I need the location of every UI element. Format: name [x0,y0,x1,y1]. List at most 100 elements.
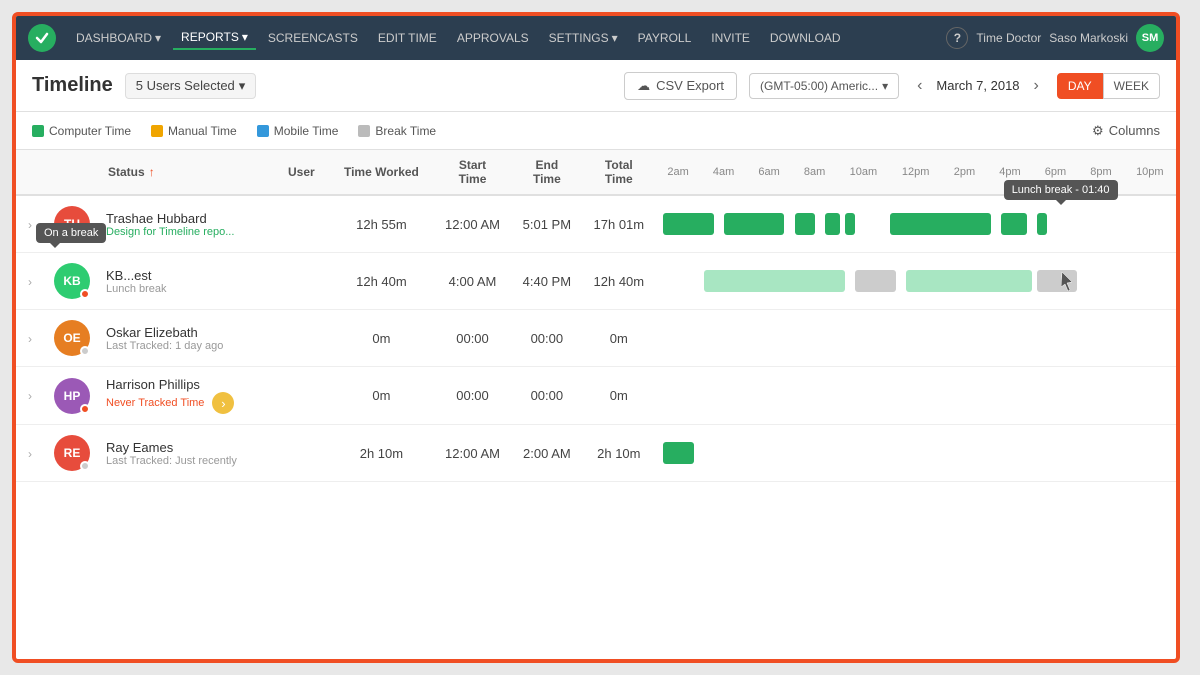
day-week-toggle: DAY WEEK [1057,73,1160,99]
computer-time-dot [32,125,44,137]
total-time-header: TotalTime [582,150,655,195]
total-time-cell: 2h 10m [582,425,655,482]
table-row: › HP Harrison Phillips Never Trac [16,367,1176,425]
page-title: Timeline [32,74,113,97]
timeline-empty [663,320,1168,356]
timezone-selector[interactable]: (GMT-05:00) Americ... ▾ [749,73,899,99]
user-name: Ray Eames [106,440,237,455]
date-navigation: ‹ March 7, 2018 › [911,75,1045,97]
gear-icon: ⚙ [1092,123,1104,139]
timeline-bar [795,213,815,235]
status-column-header: Status [108,165,145,179]
nav-download[interactable]: DOWNLOAD [762,27,849,49]
manual-time-dot [151,125,163,137]
user-cell: KB...est Lunch break [106,268,321,295]
csv-export-button[interactable]: ☁ CSV Export [624,72,737,100]
user-name: Trashae Hubbard [106,211,234,226]
break-time-dot [358,125,370,137]
user-name: Harrison Phillips [106,377,234,392]
avatar: RE [54,435,90,471]
table-row: › TH Trashae Hubbard Design for Timeline… [16,195,1176,253]
sort-arrow-icon: ↑ [149,165,155,179]
legend-bar: Computer Time Manual Time Mobile Time Br… [16,112,1176,150]
day-toggle-button[interactable]: DAY [1057,73,1103,99]
total-time-cell: 17h 01m [582,195,655,253]
nav-screencasts[interactable]: SCREENCASTS [260,27,366,49]
end-time-cell: 2:00 AM [511,425,582,482]
week-toggle-button[interactable]: WEEK [1103,73,1160,99]
time-worked-cell: 12h 55m [329,195,433,253]
nav-payroll[interactable]: PAYROLL [630,27,700,49]
timeline-bar [855,270,895,292]
user-cell: Harrison Phillips Never Tracked Time › [106,377,321,414]
nav-invite[interactable]: INVITE [703,27,758,49]
main-nav: DASHBOARD ▾ REPORTS ▾ SCREENCASTS EDIT T… [16,16,1176,60]
time-worked-cell: 2h 10m [329,425,433,482]
on-break-badge: On a break [36,223,106,243]
never-tracked-arrow[interactable]: › [212,392,234,414]
avatar: KB [54,263,90,299]
start-time-header: StartTime [434,150,512,195]
legend-computer-time: Computer Time [32,124,131,138]
hour-2pm: 2pm [942,150,987,195]
next-date-button[interactable]: › [1028,75,1045,97]
end-time-cell: 00:00 [511,367,582,425]
total-time-cell: 12h 40m [582,253,655,310]
user-cell: Oskar Elizebath Last Tracked: 1 day ago [106,325,321,352]
user-cell: Ray Eames Last Tracked: Just recently [106,440,321,467]
hour-10am: 10am [837,150,889,195]
nav-edit-time[interactable]: EDIT TIME [370,27,445,49]
end-time-cell: 4:40 PM [511,253,582,310]
nav-user-name: Saso Markoski [1049,31,1128,45]
user-name: KB...est [106,268,167,283]
cloud-icon: ☁ [637,78,650,94]
sub-header: Timeline 5 Users Selected ▾ ☁ CSV Export… [16,60,1176,112]
timeline-empty [663,378,1168,414]
nav-settings[interactable]: SETTINGS ▾ [541,27,626,49]
start-time-cell: 4:00 AM [434,253,512,310]
columns-button[interactable]: ⚙ Columns [1092,123,1160,139]
timeline-bar [845,213,855,235]
hour-6am: 6am [746,150,791,195]
mobile-time-dot [257,125,269,137]
logo[interactable] [28,24,56,52]
tooltip-lunch-break: Lunch break - 01:40 [1004,180,1118,200]
timeline-bar [1001,213,1026,235]
help-button[interactable]: ? [946,27,968,49]
timeline-bar [704,270,845,292]
expand-button[interactable]: › [24,332,36,346]
start-time-cell: 00:00 [434,367,512,425]
prev-date-button[interactable]: ‹ [911,75,928,97]
expand-button[interactable]: › [24,218,36,232]
timeline-bar [825,213,840,235]
timeline-table-wrap: Status ↑ User Time Worked StartTime EndT… [16,150,1176,482]
end-time-header: EndTime [511,150,582,195]
status-dot [80,404,90,414]
start-time-cell: 00:00 [434,310,512,367]
expand-button[interactable]: › [24,389,36,403]
users-selector[interactable]: 5 Users Selected ▾ [125,73,257,99]
start-time-cell: 12:00 AM [434,195,512,253]
user-avatar[interactable]: SM [1136,24,1164,52]
expand-button[interactable]: › [24,447,36,461]
hour-2am: 2am [655,150,700,195]
time-worked-cell: 12h 40m [329,253,433,310]
nav-reports[interactable]: REPORTS ▾ [173,26,256,50]
table-row: › RE Ray Eames Last Tracked: Just recent… [16,425,1176,482]
start-time-cell: 12:00 AM [434,425,512,482]
timeline-table: Status ↑ User Time Worked StartTime EndT… [16,150,1176,482]
user-sub-text: Last Tracked: Just recently [106,455,237,467]
hour-4am: 4am [701,150,746,195]
nav-dashboard[interactable]: DASHBOARD ▾ [68,27,169,49]
table-row: › OE Oskar Elizebath Last Tracked: 1 day… [16,310,1176,367]
timeline-bar [1037,213,1047,235]
timeline-bar [906,270,1032,292]
avatar: HP [54,378,90,414]
timeline-bar [663,213,713,235]
time-worked-cell: 0m [329,367,433,425]
avatar: OE [54,320,90,356]
hour-12pm: 12pm [890,150,942,195]
nav-approvals[interactable]: APPROVALS [449,27,537,49]
expand-button[interactable]: › [24,275,36,289]
end-time-cell: 00:00 [511,310,582,367]
